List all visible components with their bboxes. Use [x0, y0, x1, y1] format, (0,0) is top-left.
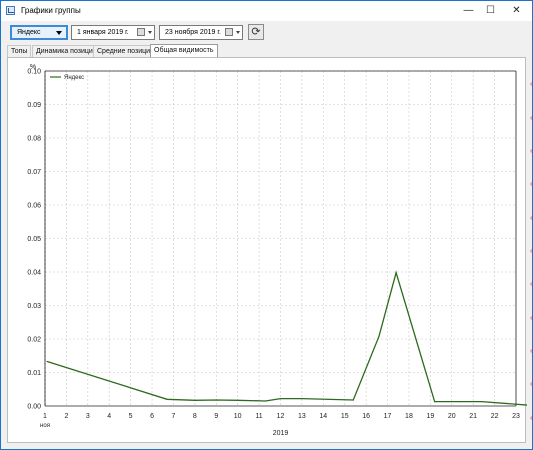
x-axis-label: 2019 [273, 430, 289, 437]
series-line-yandex [46, 270, 527, 406]
y-axis-label: % [30, 64, 36, 71]
calendar-icon [225, 28, 233, 36]
data-point [459, 401, 461, 403]
y-tick-label: 0.00 [27, 404, 41, 411]
x-tick-label: 12 [277, 413, 285, 420]
x-tick-label: 23 [512, 413, 520, 420]
x-tick-label: 6 [150, 413, 154, 420]
visibility-chart: 0.00 0.01 0.02 0.03 0.04 0.05 0.06 0.07 0.08 0.09… [27, 64, 527, 437]
x-tick-label: 22 [491, 413, 499, 420]
data-point [215, 399, 217, 401]
y-tick-label: 0.02 [27, 337, 41, 344]
chevron-down-icon [56, 31, 62, 35]
data-point [395, 272, 397, 274]
data-point [237, 399, 239, 401]
x-tick-label: 7 [172, 413, 176, 420]
graph-window: Графики группы — ☐ ✕ Яндекс 1 января 201… [0, 0, 533, 450]
x-tick-label: 5 [129, 413, 133, 420]
chevron-down-icon [236, 31, 240, 34]
toolbar: Яндекс 1 января 2019 г. 23 ноября 2019 г… [1, 21, 532, 45]
x-month-label: ноя [40, 423, 50, 429]
search-engine-select[interactable]: Яндекс [10, 25, 68, 40]
x-tick-label: 17 [384, 413, 392, 420]
chart-panel: 0.00 0.01 0.02 0.03 0.04 0.05 0.06 0.07 0.08 0.09… [7, 57, 527, 443]
window-title: Графики группы [21, 6, 81, 15]
x-tick-label: 2 [64, 413, 68, 420]
date-from-picker[interactable]: 1 января 2019 г. [71, 25, 155, 40]
data-point [434, 401, 436, 403]
background-window-edge [530, 82, 532, 420]
tab-tops[interactable]: Топы [7, 45, 32, 57]
title-bar: Графики группы — ☐ ✕ [1, 1, 532, 21]
x-tick-label: 21 [469, 413, 477, 420]
chart-app-icon [6, 6, 15, 15]
x-tick-label: 18 [405, 413, 413, 420]
data-point [46, 360, 48, 363]
data-point [378, 335, 380, 337]
refresh-icon: ⟳ [251, 26, 261, 38]
y-tick-label: 0.05 [27, 236, 41, 243]
x-tick-label: 8 [193, 413, 197, 420]
data-point [481, 401, 483, 403]
tab-average-positions[interactable]: Средние позиции [93, 45, 158, 57]
x-tick-label: 14 [319, 413, 327, 420]
data-point [279, 398, 282, 400]
refresh-button[interactable]: ⟳ [248, 24, 264, 40]
y-tick-label: 0.09 [27, 102, 41, 109]
x-tick-label: 9 [214, 413, 218, 420]
y-tick-label: 0.03 [27, 303, 41, 310]
x-tick-label: 3 [86, 413, 90, 420]
x-tick-label: 13 [298, 413, 306, 420]
data-point [264, 400, 267, 402]
x-tick-label: 16 [362, 413, 370, 420]
x-tick-label: 20 [448, 413, 456, 420]
data-point [194, 399, 196, 401]
y-tick-label: 0.08 [27, 136, 41, 143]
data-point [301, 398, 303, 400]
legend-label: Яндекс [64, 75, 84, 81]
x-tick-label: 10 [234, 413, 242, 420]
x-tick-label: 4 [107, 413, 111, 420]
date-to-value: 23 ноября 2019 г. [165, 29, 221, 36]
calendar-icon [137, 28, 145, 36]
x-tick-label: 11 [255, 413, 262, 420]
tab-position-dynamics[interactable]: Динамика позиций [32, 45, 101, 57]
close-button[interactable]: ✕ [501, 1, 532, 21]
y-tick-label: 0.06 [27, 203, 41, 210]
chevron-down-icon [148, 31, 152, 34]
search-engine-value: Яндекс [17, 29, 41, 36]
y-tick-label: 0.04 [27, 270, 41, 277]
y-tick-label: 0.07 [27, 169, 41, 176]
x-tick-label: 19 [426, 413, 434, 420]
x-tick-label: 1 [43, 413, 47, 420]
date-from-value: 1 января 2019 г. [77, 29, 129, 36]
x-tick-label: 15 [341, 413, 349, 420]
date-to-picker[interactable]: 23 ноября 2019 г. [159, 25, 243, 40]
y-tick-label: 0.01 [27, 370, 41, 377]
tab-overall-visibility[interactable]: Общая видимость [150, 44, 218, 57]
data-point [166, 398, 168, 400]
data-point [352, 399, 354, 401]
